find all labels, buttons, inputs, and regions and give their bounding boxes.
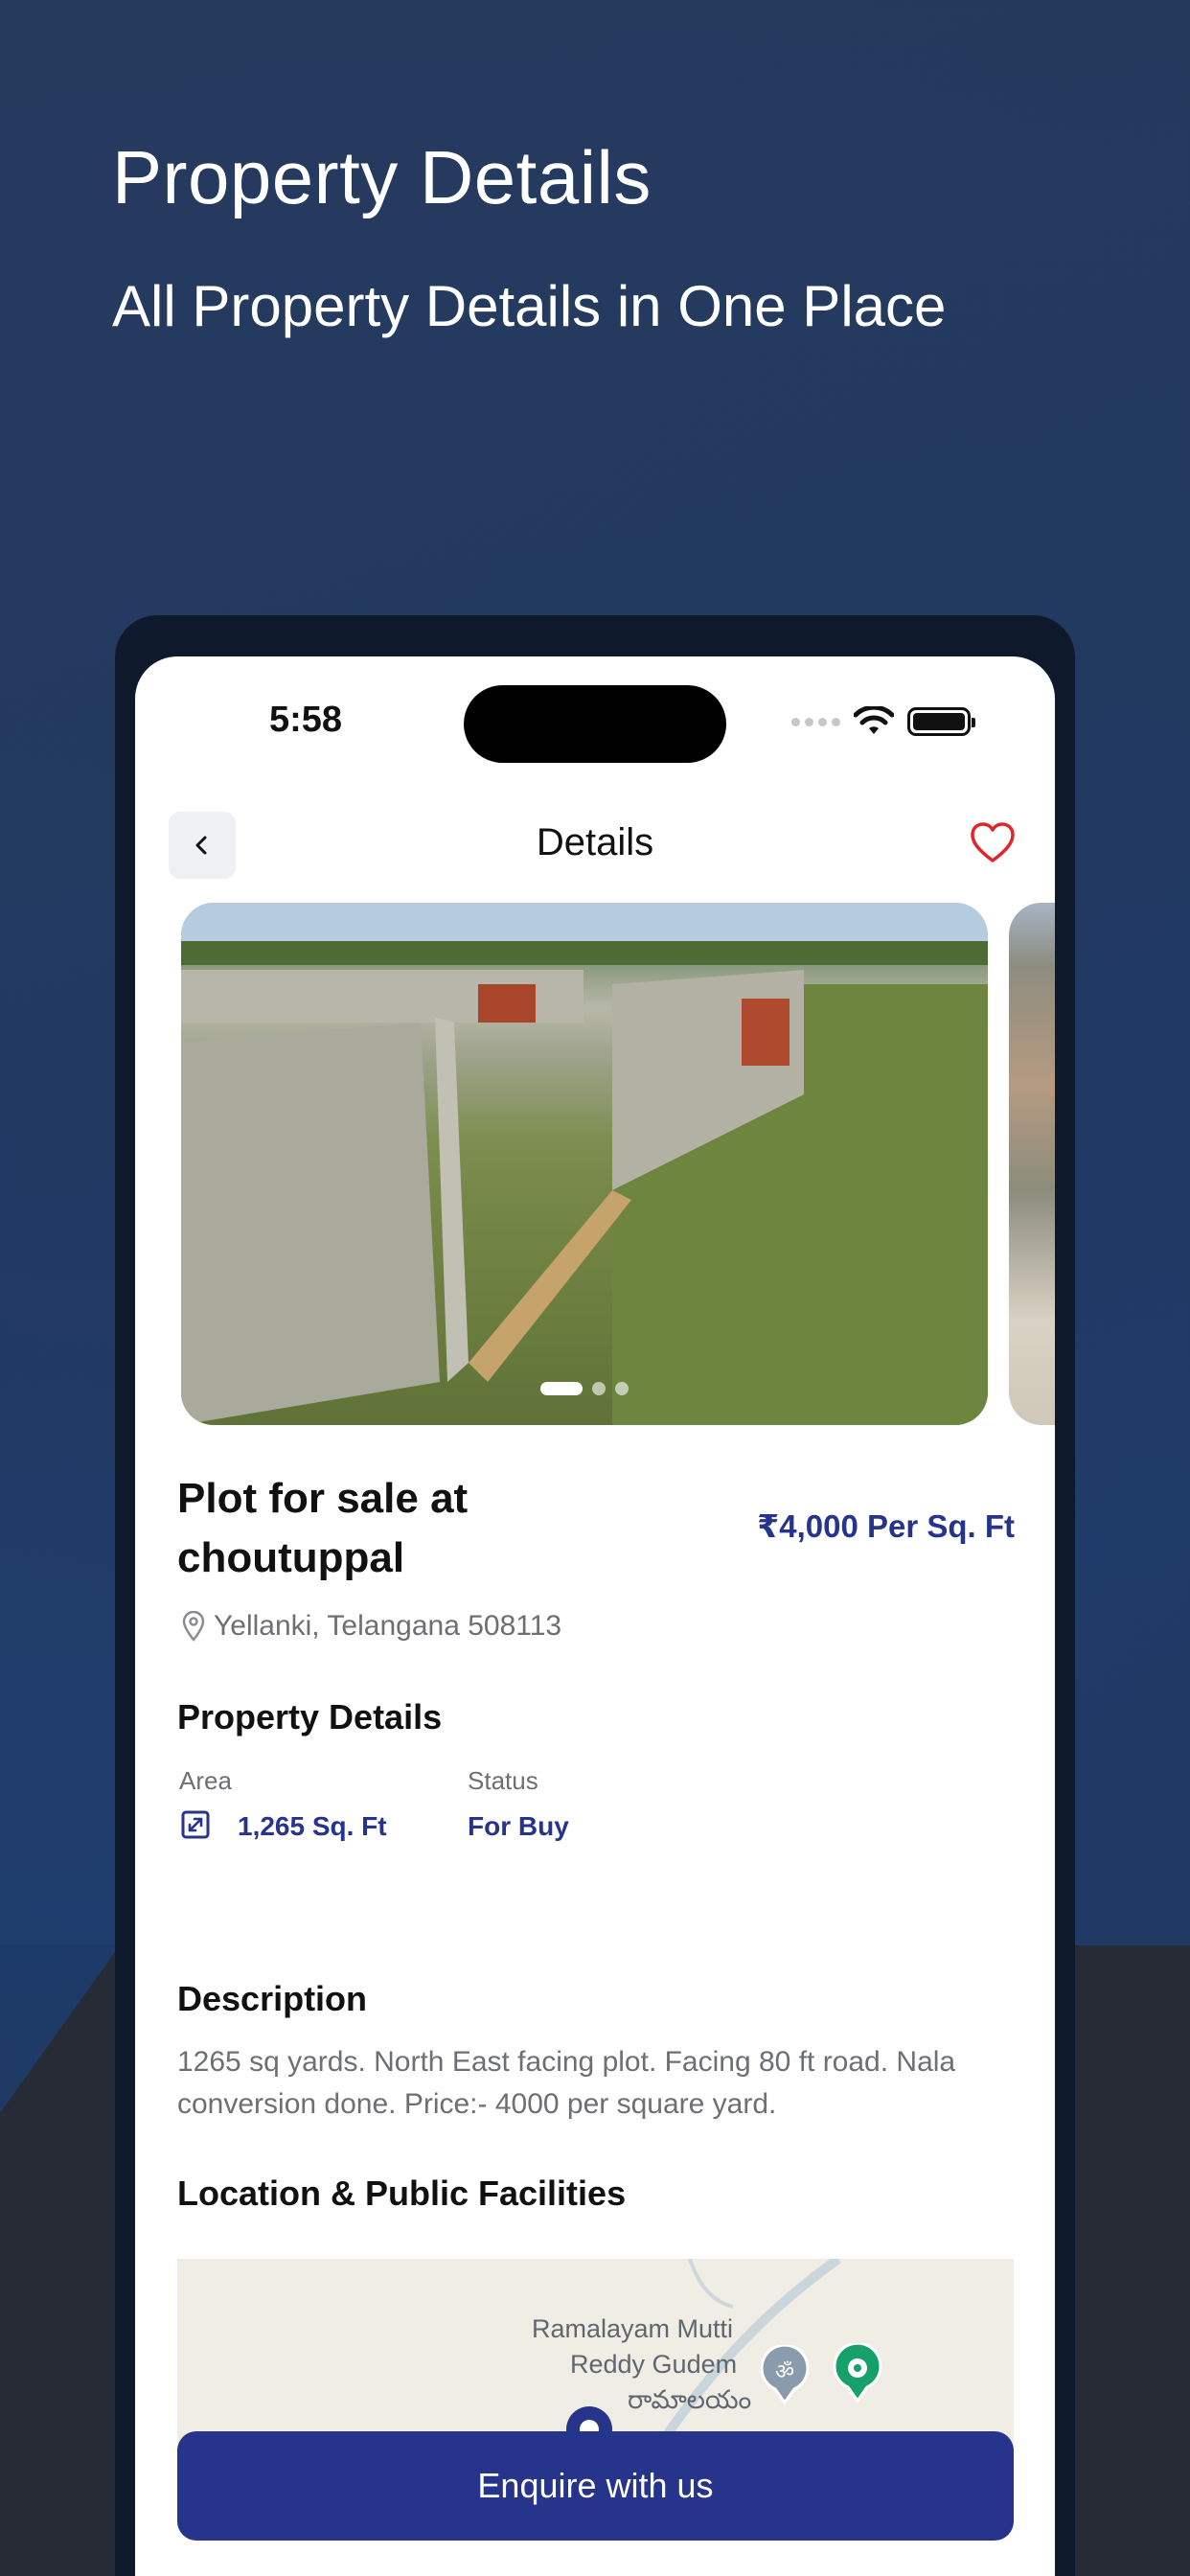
phone-screen: 5:58 Details Plot for sale at choutuppal… bbox=[135, 656, 1055, 2576]
status-time: 5:58 bbox=[269, 700, 343, 740]
location-heading: Location & Public Facilities bbox=[177, 2174, 627, 2213]
battery-icon bbox=[907, 707, 975, 736]
area-value: 1,265 Sq. Ft bbox=[238, 1811, 387, 1841]
status-label: Status bbox=[468, 1766, 538, 1795]
signal-icon bbox=[791, 717, 840, 726]
pager-dot[interactable] bbox=[592, 1382, 606, 1395]
area-icon bbox=[181, 1810, 210, 1839]
enquire-button[interactable]: Enquire with us bbox=[177, 2431, 1014, 2541]
property-price: ₹4,000 Per Sq. Ft bbox=[757, 1508, 1015, 1544]
property-address: Yellanki, Telangana 508113 bbox=[181, 1610, 561, 1643]
property-photo bbox=[181, 903, 988, 1425]
location-pin-icon bbox=[182, 1611, 205, 1642]
pager-dot[interactable] bbox=[615, 1382, 629, 1395]
map-place-label-telugu: రామాలయం bbox=[628, 2385, 752, 2414]
location-map[interactable]: Ramalayam Mutti Reddy Gudem రామాలయం ॐ bbox=[177, 2259, 1014, 2450]
heart-outline-icon[interactable] bbox=[969, 819, 1017, 867]
address-text: Yellanki, Telangana 508113 bbox=[214, 1610, 562, 1642]
hero-title: Property Details bbox=[112, 135, 652, 219]
property-title: Plot for sale at choutuppal bbox=[177, 1475, 469, 1581]
wifi-icon bbox=[854, 706, 894, 734]
description-text: 1265 sq yards. North East facing plot. F… bbox=[177, 2046, 956, 2120]
area-label: Area bbox=[179, 1766, 232, 1795]
hero-subtitle: All Property Details in One Place bbox=[112, 274, 947, 338]
svg-text:ॐ: ॐ bbox=[775, 2360, 794, 2384]
map-place-label-1: Ramalayam Mutti bbox=[532, 2314, 734, 2343]
temple-marker-icon[interactable]: ॐ bbox=[758, 2345, 812, 2406]
description-heading: Description bbox=[177, 1979, 368, 2018]
gallery-pager[interactable] bbox=[181, 1382, 988, 1395]
page-title: Details bbox=[536, 821, 654, 863]
property-image-next[interactable] bbox=[1009, 903, 1055, 1425]
dynamic-island bbox=[464, 685, 726, 763]
map-place-label-2: Reddy Gudem bbox=[570, 2350, 738, 2379]
property-details-heading: Property Details bbox=[177, 1697, 443, 1736]
property-image-main[interactable] bbox=[181, 903, 988, 1425]
status-icons bbox=[791, 706, 975, 737]
pager-dot-active[interactable] bbox=[540, 1382, 583, 1395]
status-value: For Buy bbox=[468, 1811, 569, 1841]
park-marker-icon[interactable] bbox=[831, 2343, 884, 2404]
